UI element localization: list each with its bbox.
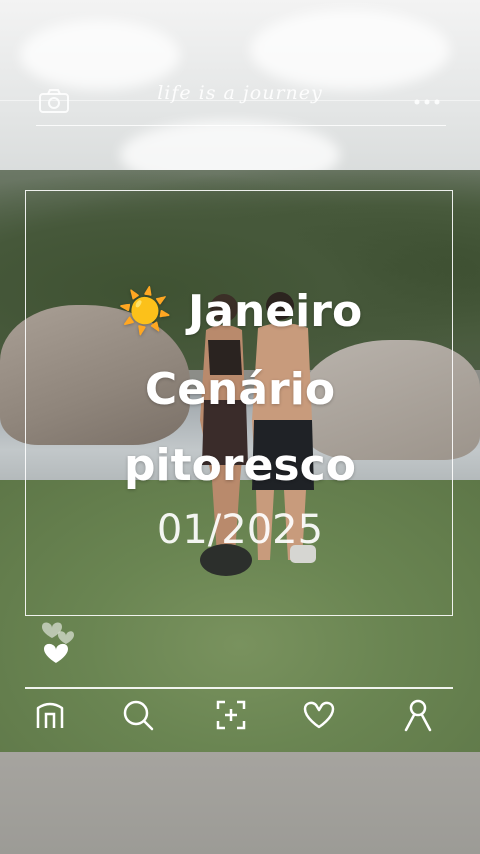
profile-icon[interactable]	[401, 698, 435, 732]
top-divider	[36, 125, 446, 126]
bottom-divider	[25, 687, 453, 689]
camera-icon[interactable]	[38, 88, 70, 114]
add-icon[interactable]	[214, 698, 248, 732]
caption-line-3: pitoresco	[124, 440, 356, 491]
caption-line-1: ☀️ Janeiro	[0, 285, 480, 337]
tagline: life is a journey	[157, 82, 323, 104]
caption-date: 01/2025	[156, 507, 324, 553]
search-icon[interactable]	[121, 698, 155, 732]
heart-icon[interactable]	[302, 698, 336, 732]
more-dots-icon[interactable]	[413, 98, 441, 106]
bottom-blur-area	[0, 752, 480, 854]
sun-emoji: ☀️	[117, 286, 173, 337]
caption-month: Janeiro	[187, 286, 363, 337]
home-icon[interactable]	[33, 698, 67, 732]
caption-line-2: Cenário	[144, 364, 336, 415]
hearts-icon[interactable]	[38, 610, 84, 668]
